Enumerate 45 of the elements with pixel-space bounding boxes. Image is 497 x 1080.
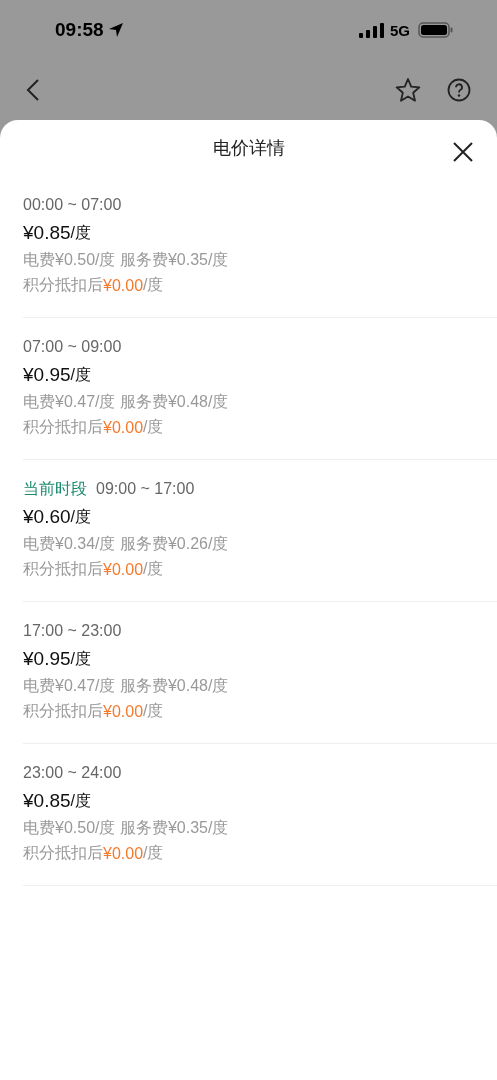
discount-label: 积分抵扣后 (23, 417, 103, 437)
fee-breakdown: 电费¥0.47/度 服务费¥0.48/度 (23, 392, 229, 412)
help-button[interactable] (447, 78, 471, 102)
sheet-title: 电价详情 (212, 137, 285, 160)
price-unit: /度 (70, 790, 91, 811)
discount-unit: /度 (143, 275, 164, 295)
time-range: 23:00 ~ 24:00 (23, 764, 122, 782)
price-unit: /度 (70, 506, 91, 527)
discount-unit: /度 (143, 417, 164, 437)
network-label: 5G (390, 21, 410, 39)
battery-icon (418, 22, 453, 38)
discount-price: ¥0.00 (103, 844, 144, 863)
current-period-tag: 当前时段 (23, 478, 87, 500)
discount-price: ¥0.00 (103, 276, 144, 295)
discount-label: 积分抵扣后 (23, 559, 103, 579)
price-unit: /度 (70, 364, 91, 385)
discount-unit: /度 (143, 701, 164, 721)
time-range: 09:00 ~ 17:00 (96, 480, 195, 498)
fee-breakdown: 电费¥0.47/度 服务费¥0.48/度 (23, 676, 229, 696)
price-unit: /度 (70, 648, 91, 669)
signal-icon (359, 22, 384, 38)
discount-unit: /度 (143, 843, 164, 863)
location-arrow-icon (107, 22, 124, 38)
discount-price: ¥0.00 (103, 560, 144, 579)
fee-breakdown: 电费¥0.50/度 服务费¥0.35/度 (23, 818, 229, 838)
star-button[interactable] (395, 77, 421, 103)
price-text: ¥0.95 (23, 364, 71, 386)
close-button[interactable] (453, 142, 473, 162)
price-unit: /度 (70, 222, 91, 243)
fee-breakdown: 电费¥0.34/度 服务费¥0.26/度 (23, 534, 229, 554)
clock-time: 09:58 (55, 19, 104, 41)
price-text: ¥0.85 (23, 790, 71, 812)
discount-label: 积分抵扣后 (23, 701, 103, 721)
time-range: 00:00 ~ 07:00 (23, 196, 122, 214)
time-range: 07:00 ~ 09:00 (23, 338, 122, 356)
discount-label: 积分抵扣后 (23, 843, 103, 863)
price-text: ¥0.85 (23, 222, 71, 244)
price-text: ¥0.95 (23, 648, 71, 670)
fee-breakdown: 电费¥0.50/度 服务费¥0.35/度 (23, 250, 229, 270)
discount-price: ¥0.00 (103, 418, 144, 437)
discount-label: 积分抵扣后 (23, 275, 103, 295)
time-range: 17:00 ~ 23:00 (23, 622, 122, 640)
discount-price: ¥0.00 (103, 702, 144, 721)
price-text: ¥0.60 (23, 506, 71, 528)
discount-unit: /度 (143, 559, 164, 579)
